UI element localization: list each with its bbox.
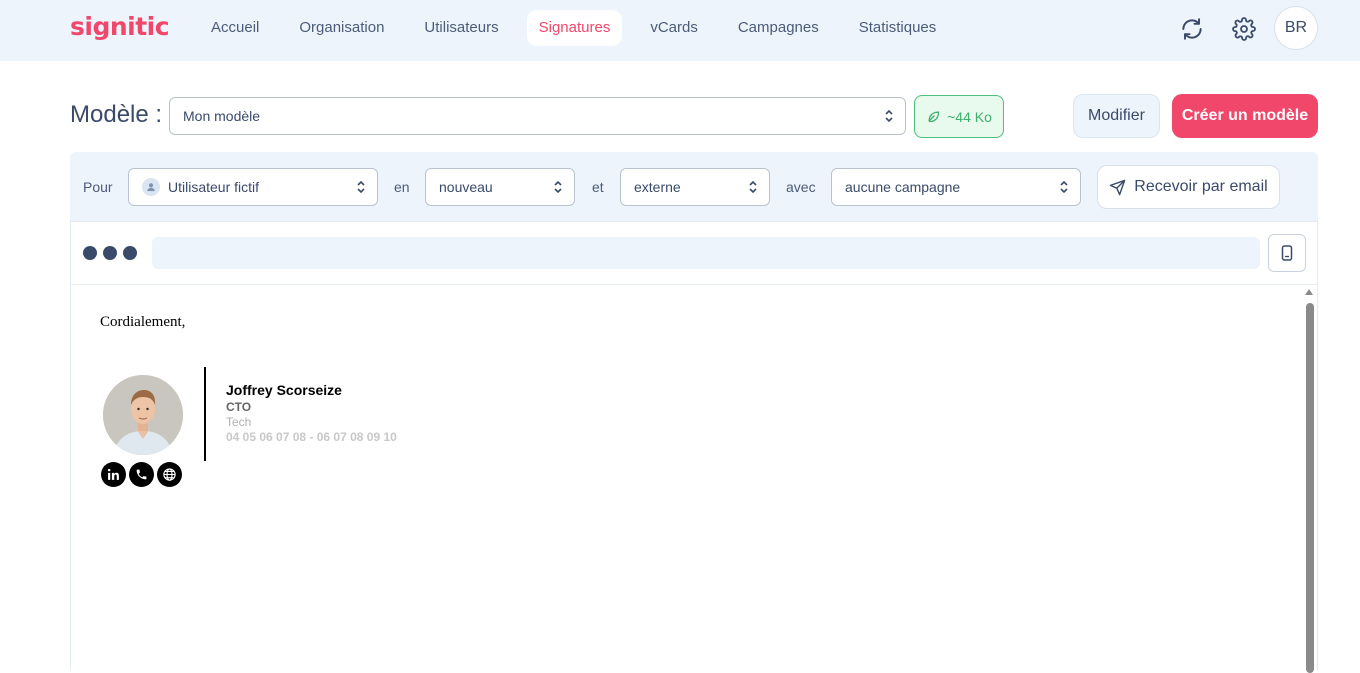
nav-item-vcards[interactable]: vCards (630, 10, 718, 46)
et-label: et (592, 179, 604, 195)
avec-label: avec (786, 179, 816, 195)
mode-select-value: nouveau (439, 179, 493, 195)
create-model-button[interactable]: Créer un modèle (1172, 94, 1318, 138)
scope-select[interactable]: externe (620, 168, 770, 206)
model-label: Modèle : (70, 101, 163, 128)
nav-item-accueil[interactable]: Accueil (191, 10, 279, 46)
campaign-select-value: aucune campagne (845, 179, 961, 195)
nav-item-utilisateurs[interactable]: Utilisateurs (404, 10, 518, 46)
signature-preview: Cordialement, Joffrey Scorseize CTO Tech… (70, 221, 1318, 673)
model-select-value: Mon modèle (183, 108, 261, 124)
gear-icon[interactable] (1227, 12, 1261, 46)
scope-select-value: externe (634, 179, 681, 195)
window-dot (83, 246, 97, 260)
signature-weight-badge: ~44 Ko (914, 95, 1004, 138)
main-nav: Accueil Organisation Utilisateurs Signat… (191, 10, 956, 46)
mobile-icon (1281, 245, 1293, 261)
chevron-updown-icon (357, 180, 365, 194)
linkedin-icon[interactable] (101, 462, 126, 487)
user-select[interactable]: Utilisateur fictif (128, 168, 378, 206)
top-navbar: signitic Accueil Organisation Utilisateu… (0, 0, 1360, 61)
pour-label: Pour (83, 179, 113, 195)
send-email-label: Recevoir par email (1134, 178, 1268, 195)
preview-url-bar (152, 237, 1260, 269)
model-select[interactable]: Mon modèle (169, 97, 906, 135)
user-avatar[interactable]: BR (1274, 6, 1318, 50)
modify-button[interactable]: Modifier (1073, 94, 1160, 138)
send-icon (1110, 179, 1126, 195)
chevron-updown-icon (1060, 180, 1068, 194)
nav-item-campagnes[interactable]: Campagnes (718, 10, 839, 46)
weight-value: ~44 Ko (947, 108, 992, 125)
signature-name: Joffrey Scorseize (226, 382, 342, 398)
globe-icon[interactable] (157, 462, 182, 487)
phone-icon[interactable] (129, 462, 154, 487)
nav-item-statistiques[interactable]: Statistiques (839, 10, 957, 46)
sync-icon[interactable] (1175, 12, 1209, 46)
campaign-select[interactable]: aucune campagne (831, 168, 1081, 206)
signature-greeting: Cordialement, (100, 314, 186, 330)
signature-divider (204, 367, 206, 461)
social-icons (101, 462, 182, 487)
scroll-up-arrow[interactable] (1305, 289, 1313, 295)
signature-department: Tech (226, 415, 252, 429)
user-select-value: Utilisateur fictif (168, 179, 260, 195)
window-dot (103, 246, 117, 260)
signitic-logo[interactable]: signitic (70, 12, 170, 41)
mobile-view-button[interactable] (1268, 234, 1306, 272)
chevron-updown-icon (885, 109, 893, 123)
mode-select[interactable]: nouveau (425, 168, 575, 206)
chevron-updown-icon (749, 180, 757, 194)
en-label: en (394, 179, 410, 195)
scrollbar-thumb[interactable] (1306, 303, 1314, 673)
chevron-updown-icon (554, 180, 562, 194)
window-dot (123, 246, 137, 260)
preview-browser-bar (71, 222, 1317, 285)
nav-item-signatures[interactable]: Signatures (526, 10, 623, 46)
send-email-button[interactable]: Recevoir par email (1097, 165, 1280, 209)
profile-photo (103, 375, 183, 455)
user-icon (142, 178, 160, 197)
nav-item-organisation[interactable]: Organisation (279, 10, 404, 46)
preview-filter-bar: Pour Utilisateur fictif en nouveau et ex… (70, 152, 1318, 221)
leaf-icon (928, 111, 940, 123)
signature-phones: 04 05 06 07 08 - 06 07 08 09 10 (226, 430, 397, 444)
signature-role: CTO (226, 400, 252, 414)
